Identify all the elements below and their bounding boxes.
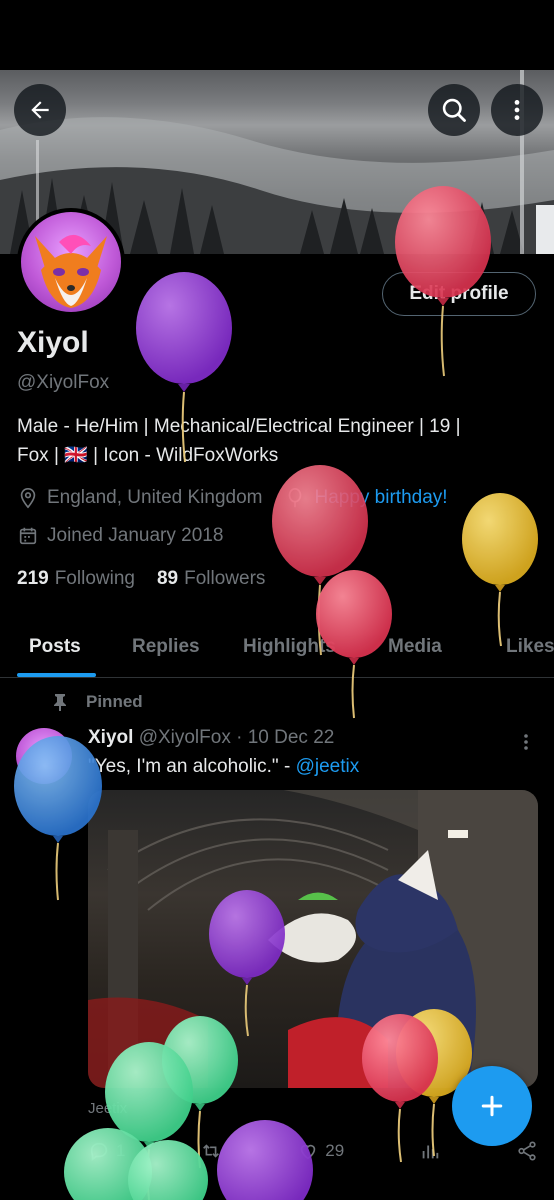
search-button[interactable]: [428, 84, 480, 136]
followers-label: Followers: [184, 568, 266, 589]
tab-posts[interactable]: Posts: [29, 636, 81, 658]
share-icon: [518, 1141, 536, 1161]
tweet-actions: 1 29: [88, 1140, 538, 1162]
profile-location: England, United Kingdom: [47, 487, 263, 508]
reply-icon: [90, 1142, 108, 1161]
following-count: 219: [17, 568, 49, 589]
bio-line-2: Fox | 🇬🇧 | Icon - WildFoxWorks: [17, 445, 279, 466]
followers-link[interactable]: 89 Followers: [157, 568, 265, 590]
location-pin-icon: [20, 488, 36, 509]
active-tab-indicator: [17, 673, 96, 677]
tweet-header: Xiyol @XiyolFox · 10 Dec 22: [88, 727, 334, 749]
tweet-date[interactable]: 10 Dec 22: [248, 727, 335, 748]
calendar-icon: [19, 527, 37, 545]
tab-highlights[interactable]: Highlights: [243, 636, 336, 658]
profile-birthday[interactable]: Happy birthday!: [314, 487, 447, 509]
profile-bio: Male - He/Him | Mechanical/Electrical En…: [17, 412, 537, 470]
tab-replies[interactable]: Replies: [132, 636, 200, 658]
tweet-text: "Yes, I'm an alcoholic." - @jeetix: [88, 756, 359, 778]
tab-likes[interactable]: Likes: [506, 636, 554, 658]
follow-stats: 219 Following 89 Followers: [17, 568, 265, 590]
more-options-button[interactable]: [491, 84, 543, 136]
edit-profile-button[interactable]: Edit profile: [382, 272, 536, 316]
repost-button[interactable]: [200, 1140, 222, 1162]
pinned-indicator: Pinned: [52, 692, 143, 712]
profile-tabs: Posts Replies Highlights Media Likes: [0, 622, 554, 678]
profile-name: Xiyol: [17, 326, 89, 359]
like-button[interactable]: 29: [297, 1140, 344, 1162]
profile-joined: Joined January 2018: [47, 525, 224, 546]
search-icon: [442, 98, 466, 122]
profile-meta-row: England, United Kingdom Happy birthday!: [17, 487, 448, 509]
profile-handle: @XiyolFox: [17, 372, 110, 393]
views-button[interactable]: [419, 1140, 441, 1162]
like-count: 29: [325, 1141, 345, 1160]
tweet-body: "Yes, I'm an alcoholic." -: [88, 756, 296, 777]
profile-joined-row: Joined January 2018: [17, 525, 223, 547]
following-link[interactable]: 219 Following: [17, 568, 135, 590]
fox-avatar-image: [35, 234, 107, 308]
more-vertical-icon: [524, 734, 528, 750]
balloon-icon: [289, 488, 302, 508]
back-button[interactable]: [14, 84, 66, 136]
tab-media[interactable]: Media: [388, 636, 442, 658]
reply-button[interactable]: 1: [88, 1140, 125, 1162]
plus-icon: [481, 1095, 503, 1117]
profile-avatar[interactable]: [17, 208, 125, 316]
compose-post-button[interactable]: [452, 1066, 532, 1146]
tweet-separator: ·: [236, 727, 243, 748]
tweet-author-handle[interactable]: @XiyolFox: [139, 727, 231, 748]
share-button[interactable]: [516, 1140, 538, 1162]
analytics-icon: [422, 1145, 439, 1159]
pin-icon: [54, 694, 66, 711]
following-label: Following: [54, 568, 135, 589]
arrow-left-icon: [31, 101, 49, 119]
tweet-author-avatar[interactable]: [16, 728, 72, 784]
bio-line-1: Male - He/Him | Mechanical/Electrical En…: [17, 416, 461, 437]
media-caption: Jeetix: [88, 1100, 128, 1117]
pinned-label: Pinned: [86, 692, 143, 711]
more-vertical-icon: [514, 100, 520, 120]
reply-count: 1: [116, 1141, 126, 1160]
followers-count: 89: [156, 568, 179, 589]
tweet-author-name[interactable]: Xiyol: [88, 727, 133, 748]
balloon-green: [64, 1128, 152, 1200]
tweet-more-button[interactable]: [518, 732, 534, 757]
heart-icon: [301, 1144, 316, 1160]
tweet-media-image[interactable]: [88, 790, 538, 1088]
fursuit-photo: [88, 790, 538, 1088]
status-bar: [0, 0, 554, 70]
tweet-mention[interactable]: @jeetix: [296, 756, 360, 777]
repost-icon: [203, 1144, 220, 1158]
